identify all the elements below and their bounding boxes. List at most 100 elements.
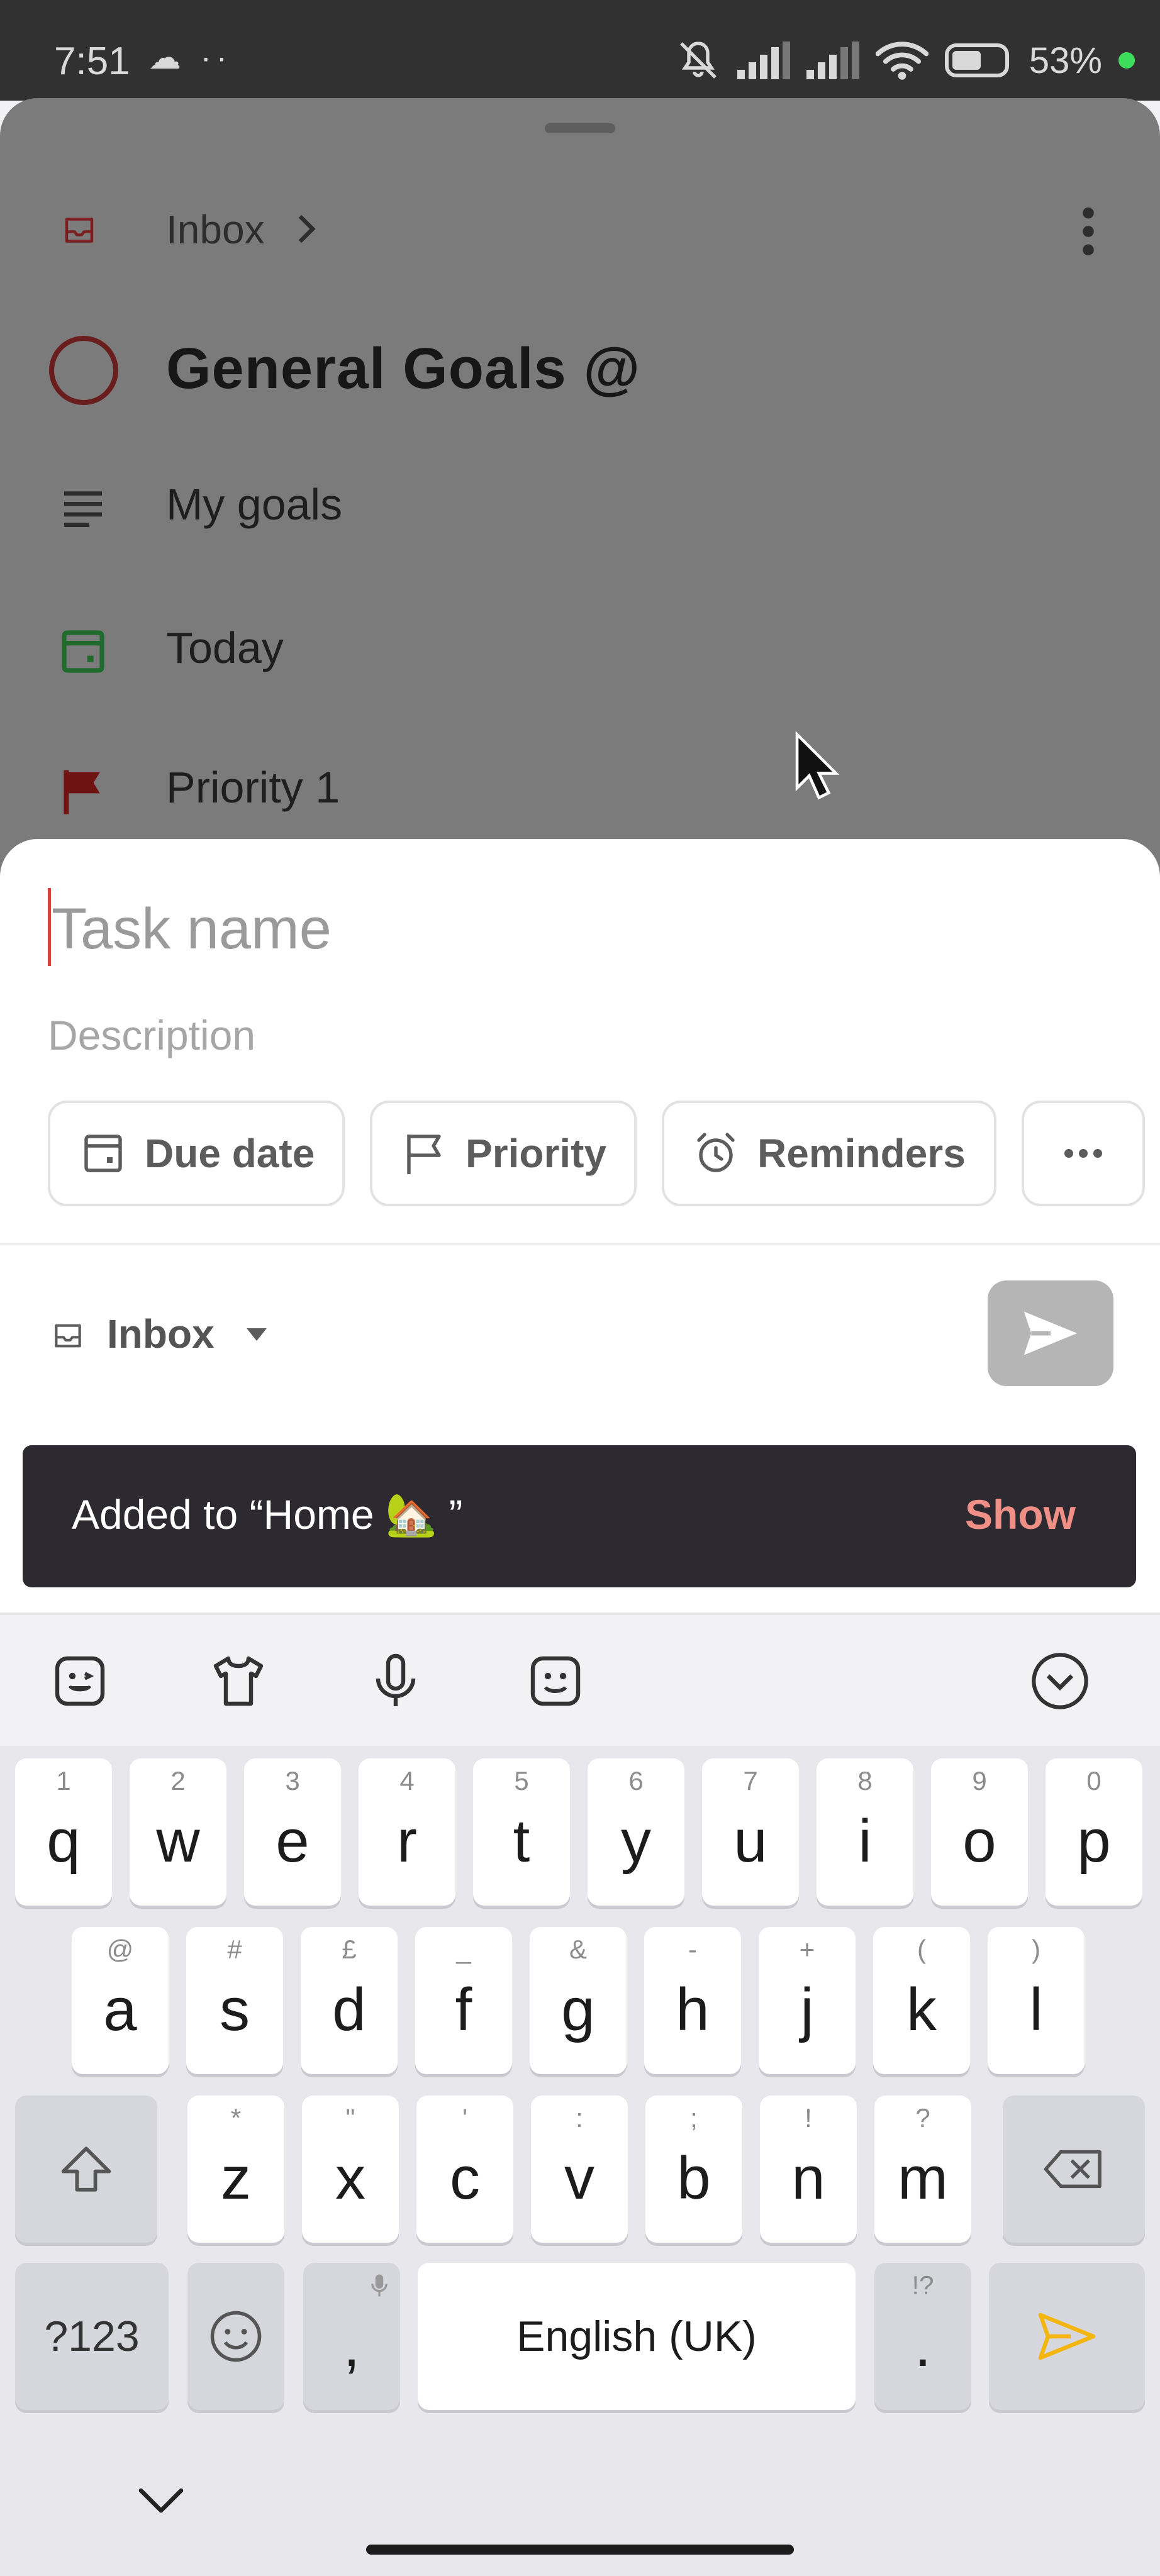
key-label: v [564,2145,594,2212]
collapse-toolbar-icon[interactable] [1025,1646,1095,1716]
key-u[interactable]: 7u [702,1758,799,1906]
key-n[interactable]: ! n [760,2096,857,2243]
charging-dot [1118,52,1135,69]
key-t[interactable]: 5t [473,1758,570,1906]
key-hint: 6 [628,1766,644,1796]
key-label: l [1029,1976,1043,2043]
key-m[interactable]: ? m [874,2096,971,2243]
key-hint: 7 [743,1766,758,1796]
reminders-button[interactable]: Reminders [662,1101,996,1206]
space-bar[interactable]: English (UK) [418,2263,856,2410]
priority-label: Priority [466,1131,607,1176]
hide-keyboard-chevron-icon[interactable] [136,2483,186,2521]
due-date-value[interactable]: Today [166,623,284,673]
key-g[interactable]: & g [530,1927,627,2074]
key-l[interactable]: ) l [988,1927,1085,2074]
key-a[interactable]: @ a [72,1927,169,2074]
more-vertical-icon[interactable] [1069,204,1107,259]
microphone-icon[interactable] [361,1646,430,1716]
breadcrumb-inbox[interactable]: Inbox [166,206,265,253]
key-label: x [335,2145,365,2212]
key-e[interactable]: 3e [244,1758,341,1906]
description-lines-icon [64,491,102,527]
key-w[interactable]: 2w [130,1758,226,1906]
send-icon [1038,2312,1096,2360]
project-selector[interactable]: Inbox [107,1311,215,1357]
emoji-key[interactable] [187,2263,284,2410]
task-complete-checkbox[interactable] [49,336,118,405]
key-hint: _ [456,1935,471,1964]
send-button[interactable] [988,1280,1113,1386]
key-j[interactable]: + j [759,1927,856,2074]
smiley-icon [210,2311,262,2362]
theme-shirt-icon[interactable] [204,1646,273,1716]
sticker-icon[interactable] [45,1646,114,1716]
key-hint: 8 [857,1766,873,1796]
key-h[interactable]: -h [644,1927,741,2074]
text-caret [48,888,51,966]
key-k[interactable]: (k [873,1927,970,2074]
key-hint: @ [106,1935,134,1964]
key-f[interactable]: _ f [415,1927,512,2074]
key-label: m [898,2145,948,2212]
key-y[interactable]: 6y [588,1758,684,1906]
drag-handle[interactable] [545,123,615,133]
task-description[interactable]: My goals [166,479,342,530]
flag-icon [64,770,100,814]
key-z[interactable]: * z [187,2096,284,2243]
task-name-input[interactable] [48,882,1054,976]
symbols-key[interactable]: ?123 [15,2263,169,2410]
mic-hint-icon [371,2274,388,2297]
key-hint: " [345,2103,355,2133]
key-p[interactable]: 0p [1046,1758,1142,1906]
key-hint: 9 [972,1766,987,1796]
caret-down-icon[interactable] [245,1327,268,1342]
key-hint: 5 [514,1766,529,1796]
key-q[interactable]: 1q [15,1758,112,1906]
shift-key[interactable] [15,2096,157,2243]
key-label: t [513,1807,530,1875]
key-label: r [397,1807,417,1875]
alarm-clock-icon [697,1133,735,1172]
enter-key[interactable] [989,2263,1145,2410]
due-date-button[interactable]: Due date [48,1101,345,1206]
key-label: k [906,1976,937,2043]
period-key[interactable]: !? . [874,2263,971,2410]
key-o[interactable]: 9o [931,1758,1028,1906]
snackbar-show-button[interactable]: Show [965,1491,1076,1538]
key-label: u [733,1807,767,1875]
inbox-icon [55,1324,81,1348]
priority-value[interactable]: Priority 1 [166,762,340,813]
key-v[interactable]: :v [531,2096,628,2243]
key-x[interactable]: " x [302,2096,399,2243]
signal-icon [806,42,859,79]
key-label: z [221,2145,251,2212]
emoji-icon[interactable] [521,1646,590,1716]
comma-key[interactable]: , [303,2263,400,2410]
key-b[interactable]: ; b [645,2096,742,2243]
period-key-label: . [914,2312,932,2379]
description-input[interactable] [48,1004,1054,1067]
key-i[interactable]: 8i [817,1758,913,1906]
priority-button[interactable]: Priority [370,1101,637,1206]
key-hint: ? [915,2103,930,2133]
key-hint: 1 [56,1766,71,1796]
cloud-icon: ☁ ·· [148,40,233,76]
key-label: a [103,1976,137,2043]
key-c[interactable]: ' c [416,2096,513,2243]
more-options-button[interactable] [1022,1101,1145,1206]
key-s[interactable]: # s [186,1927,283,2074]
calendar-icon [84,1135,122,1172]
key-d[interactable]: £ d [301,1927,398,2074]
status-time: 7:51 [54,40,130,83]
signal-icon [737,42,790,79]
snackbar: Added to “Home 🏡 ” Show [23,1445,1136,1587]
home-indicator[interactable] [366,2545,794,2555]
task-title[interactable]: General Goals @ [166,336,640,402]
key-r[interactable]: 4r [359,1758,455,1906]
shift-icon [61,2146,111,2192]
keyboard: 1q2w3e4r5t6y7u8i9o0p @ a # s £ d _ f & g - h + j(k) l … [0,1746,1160,2576]
backspace-key[interactable] [1003,2096,1145,2243]
mute-icon [679,42,717,79]
battery-percentage: 53% [1029,40,1102,81]
